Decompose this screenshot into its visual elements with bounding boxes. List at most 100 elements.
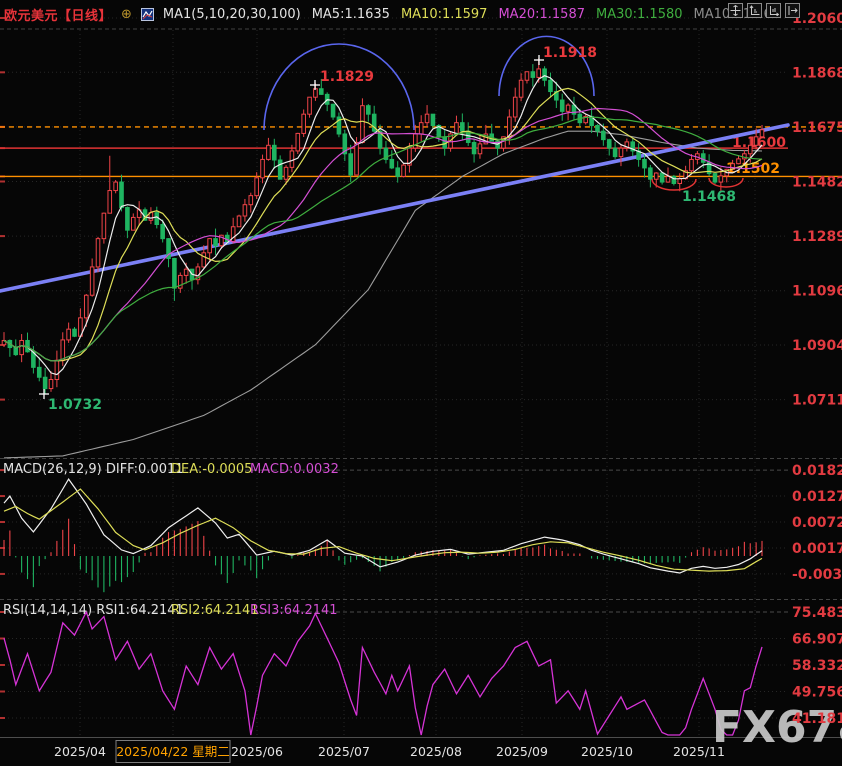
candle — [748, 145, 752, 153]
candle — [537, 69, 541, 77]
macd-readout: MACD(26,12,9) DIFF:0.0011 — [3, 462, 184, 477]
candle — [73, 329, 77, 336]
price-annotation: 1.1468 — [682, 189, 736, 205]
candle — [560, 100, 564, 111]
candle — [760, 130, 764, 137]
candle — [20, 340, 24, 354]
candle — [249, 196, 253, 205]
candle — [619, 148, 623, 156]
candle — [425, 114, 429, 122]
candle — [102, 213, 106, 238]
rsi-axis-label: 58.3323 — [792, 658, 842, 674]
candle — [678, 179, 682, 184]
candle — [396, 168, 400, 176]
candle — [96, 239, 100, 267]
dea-line — [4, 489, 762, 571]
candle — [549, 80, 553, 91]
candle — [331, 104, 335, 117]
candle — [690, 159, 694, 170]
candle — [255, 178, 259, 196]
candle — [120, 182, 124, 207]
candle — [566, 105, 570, 111]
x-axis-label: 2025/06 — [231, 744, 283, 759]
price-annotation: 1.1829 — [320, 69, 374, 85]
ma-readout-item: MA10:1.1597 — [401, 7, 488, 22]
candle — [361, 106, 365, 143]
candle — [519, 80, 523, 97]
candle — [37, 367, 41, 377]
chart-canvas[interactable]: 1.16001.15021.07321.18291.19181.1468MACD… — [0, 0, 842, 766]
rsi-readout: RSI3:64.2141 — [250, 603, 338, 618]
price-axis-label: 1.0711 — [792, 393, 842, 409]
candle — [531, 72, 535, 78]
candle — [472, 142, 476, 153]
candle — [513, 97, 517, 117]
candle — [666, 176, 670, 182]
rsi-readout: RSI(14,14,14) RSI1:64.2141 — [3, 603, 184, 618]
candle — [202, 253, 206, 267]
candle — [713, 174, 717, 182]
candle — [525, 72, 529, 80]
candle — [114, 182, 118, 190]
rsi-axis-label: 66.9077 — [792, 632, 842, 648]
rsi-readout: RSI2:64.2141 — [171, 603, 259, 618]
candle — [443, 137, 447, 148]
candles-layer — [2, 58, 764, 393]
kline-style-icon[interactable] — [141, 8, 154, 21]
candle — [461, 123, 465, 131]
shift-right-icon[interactable] — [785, 3, 800, 18]
candle — [272, 145, 276, 160]
macd-axis-label: 0.0182 — [792, 463, 842, 479]
candle — [308, 97, 312, 114]
ma-readout-item: MA5:1.1635 — [312, 7, 390, 22]
ma20-line — [4, 109, 762, 361]
candle — [719, 176, 723, 182]
candle — [161, 224, 165, 238]
ma-readout-item: MA1(5,10,20,30,100) — [163, 7, 301, 22]
candle — [390, 159, 394, 167]
fit-x-axis-icon[interactable] — [766, 3, 781, 18]
price-axis-label: 1.1675 — [792, 120, 842, 136]
candle — [543, 69, 547, 80]
chart-toolbar — [728, 3, 800, 18]
price-annotation: 1.1918 — [543, 45, 597, 61]
price-axis-label: 1.1096 — [792, 284, 842, 300]
candle — [67, 329, 71, 340]
macd-readout: MACD:0.0032 — [250, 462, 339, 477]
candle — [84, 295, 88, 318]
rsi-line — [4, 612, 762, 735]
candle — [296, 133, 300, 151]
fit-y-axis-icon[interactable] — [747, 3, 762, 18]
candle — [402, 165, 406, 176]
candle — [267, 145, 271, 159]
pan-crosshair-icon[interactable] — [728, 3, 743, 18]
candle — [290, 151, 294, 167]
price-axis-label: 1.1868 — [792, 65, 842, 81]
x-axis-label: 2025/10 — [581, 744, 633, 759]
candle — [613, 148, 617, 156]
candle — [49, 380, 53, 389]
candle — [208, 239, 212, 253]
macd-panel: MACD(26,12,9) DIFF:0.0011DEA:-0.0005MACD… — [3, 462, 762, 592]
ma100-line — [4, 131, 762, 458]
candle — [243, 205, 247, 216]
macd-axis-label: 0.0127 — [792, 489, 842, 505]
price-axis-label: 1.1289 — [792, 229, 842, 245]
x-axis-label: 2025/08 — [410, 744, 462, 759]
title-bar: 欧元美元【日线】 ⊕ MA1(5,10,20,30,100)MA5:1.1635… — [0, 0, 842, 28]
candle — [596, 125, 600, 131]
candle — [214, 239, 218, 246]
candle — [302, 114, 306, 133]
candle — [14, 348, 18, 355]
candle — [261, 159, 265, 177]
x-axis-label: 2025/07 — [318, 744, 370, 759]
candle — [737, 159, 741, 164]
settings-icon[interactable]: ⊕ — [121, 8, 132, 21]
candle — [643, 159, 647, 167]
candle — [237, 216, 241, 227]
candle — [649, 168, 653, 179]
candle — [184, 269, 188, 275]
candle — [431, 114, 435, 125]
candle — [55, 360, 59, 379]
x-axis-label: 2025/11 — [673, 744, 725, 759]
